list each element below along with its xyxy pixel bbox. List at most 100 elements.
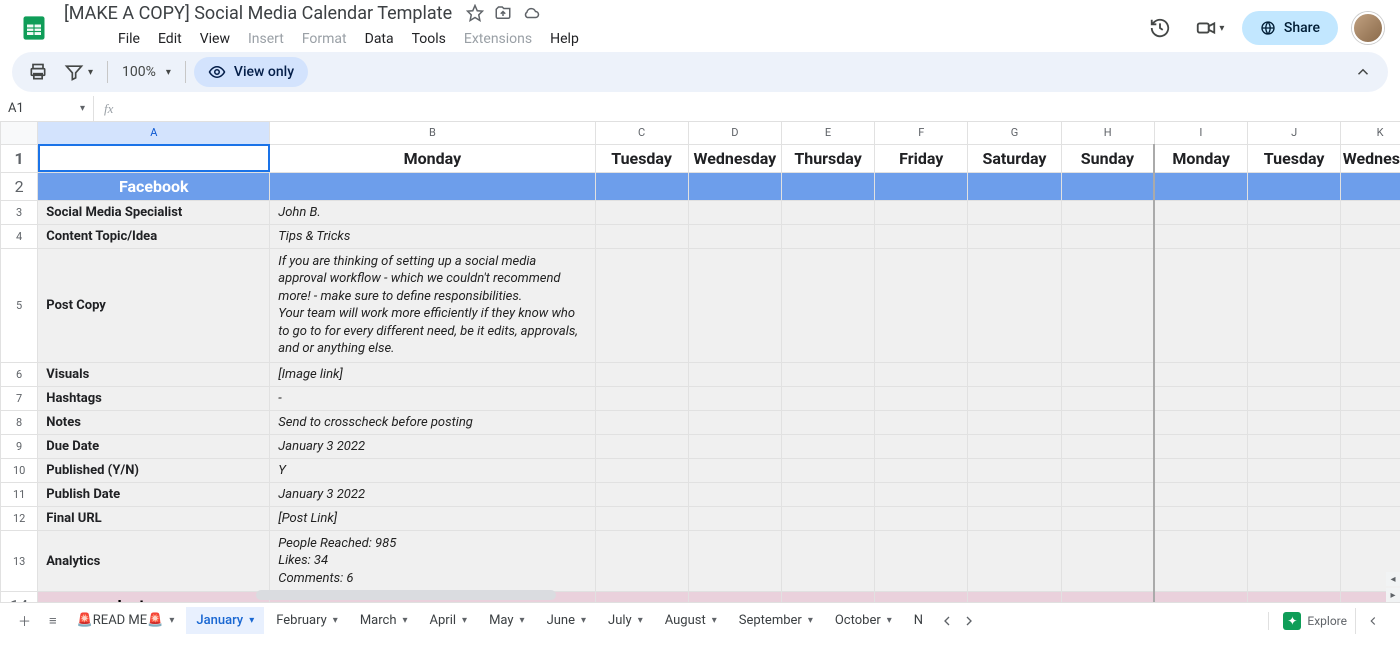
col-header[interactable]: I: [1154, 122, 1247, 144]
doc-title[interactable]: [MAKE A COPY] Social Media Calendar Temp…: [60, 2, 456, 25]
cell-label[interactable]: Post Copy: [38, 248, 270, 362]
row-header[interactable]: 6: [1, 362, 38, 386]
row-header[interactable]: 11: [1, 482, 38, 506]
cell-label[interactable]: Final URL: [38, 506, 270, 530]
cell[interactable]: Y: [270, 458, 595, 482]
cell[interactable]: Tips & Tricks: [270, 224, 595, 248]
cell[interactable]: [Post Link]: [270, 506, 595, 530]
cell[interactable]: Monday: [1154, 144, 1247, 172]
row-header[interactable]: 13: [1, 530, 38, 592]
explore-button[interactable]: ✦Explore: [1268, 612, 1347, 630]
meet-icon[interactable]: ▾: [1192, 10, 1228, 46]
sheet-tab-august[interactable]: August▾: [655, 607, 727, 634]
cell-label[interactable]: Published (Y/N): [38, 458, 270, 482]
cell[interactable]: Monday: [270, 144, 595, 172]
sheet-tab-february[interactable]: February▾: [266, 607, 348, 634]
col-header[interactable]: G: [968, 122, 1061, 144]
share-button[interactable]: Share: [1242, 11, 1338, 45]
cell-label[interactable]: Due Date: [38, 434, 270, 458]
cell-label[interactable]: Content Topic/Idea: [38, 224, 270, 248]
sheet-tab-may[interactable]: May▾: [479, 607, 535, 634]
cell[interactable]: Sunday: [1061, 144, 1154, 172]
col-header[interactable]: C: [595, 122, 688, 144]
row-header[interactable]: 9: [1, 434, 38, 458]
zoom-select[interactable]: 100%▾: [116, 60, 177, 84]
cell-selected[interactable]: [38, 144, 270, 172]
col-header[interactable]: D: [688, 122, 781, 144]
account-avatar[interactable]: [1352, 12, 1384, 44]
menu-edit[interactable]: Edit: [150, 27, 190, 51]
cell[interactable]: If you are thinking of setting up a soci…: [270, 248, 595, 362]
row-header[interactable]: 12: [1, 506, 38, 530]
col-header[interactable]: F: [875, 122, 968, 144]
sheet-tab-april[interactable]: April▾: [420, 607, 478, 634]
col-header[interactable]: H: [1061, 122, 1154, 144]
view-only-badge[interactable]: View only: [194, 57, 308, 87]
sheet-tab-september[interactable]: September▾: [729, 607, 823, 634]
cell[interactable]: Tuesday: [1248, 144, 1341, 172]
cell-label[interactable]: Analytics: [38, 530, 270, 592]
horizontal-scrollbar[interactable]: [36, 588, 1388, 602]
cloud-status-icon[interactable]: [522, 4, 540, 22]
sheet-tab-readme[interactable]: 🚨READ ME🚨▾: [67, 607, 185, 634]
row-header[interactable]: 4: [1, 224, 38, 248]
sheet-tab-october[interactable]: October▾: [825, 607, 902, 634]
star-icon[interactable]: [466, 4, 484, 22]
sheet-tab-march[interactable]: March▾: [350, 607, 418, 634]
row-header[interactable]: 7: [1, 386, 38, 410]
spreadsheet-grid[interactable]: A B C D E F G H I J K 1 Monday Tuesday W…: [0, 122, 1400, 602]
cell[interactable]: John B.: [270, 200, 595, 224]
cell[interactable]: Thursday: [781, 144, 874, 172]
filter-icon[interactable]: ▾: [58, 58, 99, 86]
cell[interactable]: Tuesday: [595, 144, 688, 172]
collapse-toolbar-icon[interactable]: [1348, 59, 1378, 85]
row-header[interactable]: 5: [1, 248, 38, 362]
row-header[interactable]: 1: [1, 144, 38, 172]
all-sheets-icon[interactable]: ≡: [41, 607, 65, 635]
print-icon[interactable]: [22, 58, 54, 86]
move-icon[interactable]: [494, 4, 512, 22]
sheet-tab-more[interactable]: N: [904, 607, 933, 634]
row-header[interactable]: 14: [1, 592, 38, 602]
history-icon[interactable]: [1142, 10, 1178, 46]
name-box[interactable]: A1▾: [0, 96, 94, 121]
cell[interactable]: Wednesda: [1341, 144, 1400, 172]
sheet-tab-june[interactable]: June▾: [537, 607, 596, 634]
cell[interactable]: Friday: [875, 144, 968, 172]
scroll-right-icon[interactable]: ▸: [1386, 588, 1400, 602]
row-header[interactable]: 2: [1, 172, 38, 200]
cell-label[interactable]: Publish Date: [38, 482, 270, 506]
sheet-tab-july[interactable]: July▾: [598, 607, 653, 634]
menu-tools[interactable]: Tools: [404, 27, 454, 51]
cell-label[interactable]: Social Media Specialist: [38, 200, 270, 224]
col-header[interactable]: E: [781, 122, 874, 144]
row-header[interactable]: 8: [1, 410, 38, 434]
section-facebook[interactable]: Facebook: [38, 172, 270, 200]
cell-label[interactable]: Hashtags: [38, 386, 270, 410]
cell[interactable]: January 3 2022: [270, 482, 595, 506]
col-header[interactable]: K: [1341, 122, 1400, 144]
cell[interactable]: Saturday: [968, 144, 1061, 172]
cell[interactable]: -: [270, 386, 595, 410]
tab-scroll-left-icon[interactable]: [939, 613, 955, 629]
cell-label[interactable]: Notes: [38, 410, 270, 434]
col-header[interactable]: A: [38, 122, 270, 144]
menu-view[interactable]: View: [192, 27, 238, 51]
sheet-tab-january[interactable]: January▾: [186, 607, 264, 634]
cell[interactable]: People Reached: 985 Likes: 34 Comments: …: [270, 530, 595, 592]
menu-data[interactable]: Data: [357, 27, 402, 51]
add-sheet-icon[interactable]: ＋: [10, 605, 39, 636]
side-panel-toggle-icon[interactable]: [1355, 608, 1390, 634]
tab-scroll-right-icon[interactable]: [961, 613, 977, 629]
row-header[interactable]: 10: [1, 458, 38, 482]
cell[interactable]: Send to crosscheck before posting: [270, 410, 595, 434]
menu-file[interactable]: File: [110, 27, 148, 51]
select-all-corner[interactable]: [1, 122, 38, 144]
scroll-left-icon[interactable]: ◂: [1386, 572, 1400, 586]
col-header[interactable]: B: [270, 122, 595, 144]
sheets-logo[interactable]: [16, 10, 52, 46]
cell[interactable]: Wednesday: [688, 144, 781, 172]
menu-help[interactable]: Help: [542, 27, 587, 51]
cell[interactable]: [Image link]: [270, 362, 595, 386]
col-header[interactable]: J: [1248, 122, 1341, 144]
